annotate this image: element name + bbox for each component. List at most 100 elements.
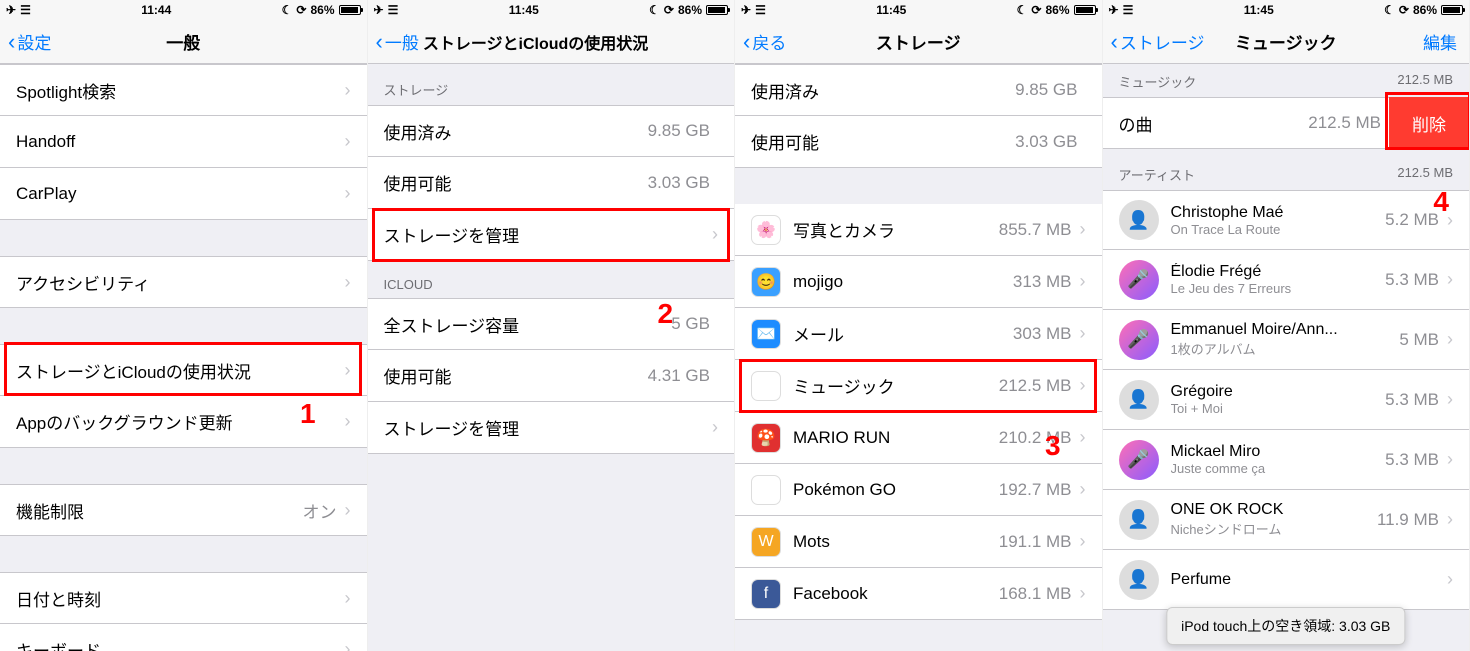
chevron-left-icon: ‹	[376, 31, 383, 53]
app-name: Mots	[793, 532, 999, 552]
moon-icon: ☾	[649, 3, 660, 17]
app-row[interactable]: 😊 mojigo 313 MB ›	[735, 256, 1102, 308]
chevron-right-icon: ›	[345, 183, 351, 204]
chevron-right-icon: ›	[1080, 375, 1086, 396]
app-name: ミュージック	[793, 373, 999, 398]
lock-icon: ⟳	[664, 3, 674, 17]
artist-info: Christophe Maé On Trace La Route	[1171, 204, 1386, 237]
wifi-icon: ☰	[755, 3, 766, 17]
section-music: ミュージック212.5 MB	[1103, 64, 1470, 97]
screen-storage-list: ✈︎☰ 11:45 ☾⟳86% ‹戻る ストレージ 使用済み9.85 GB 使用…	[735, 0, 1103, 651]
app-row[interactable]: ✉️ メール 303 MB ›	[735, 308, 1102, 360]
chevron-right-icon: ›	[1447, 509, 1453, 530]
statusbar-time: 11:45	[876, 3, 906, 17]
artist-album: Toi + Moi	[1171, 401, 1386, 416]
app-size: 313 MB	[1013, 272, 1072, 292]
moon-icon: ☾	[282, 3, 293, 17]
app-name: 写真とカメラ	[793, 217, 999, 242]
back-button[interactable]: ‹設定	[8, 29, 51, 54]
artist-size: 5.3 MB	[1385, 270, 1439, 290]
app-icon: ✉️	[751, 319, 781, 349]
artist-album: Juste comme ça	[1171, 461, 1386, 476]
row-handoff[interactable]: Handoff›	[0, 116, 367, 168]
delete-button[interactable]: 削除	[1389, 97, 1469, 149]
row-spotlight[interactable]: Spotlight検索›	[0, 64, 367, 116]
app-row[interactable]: ◓ Pokémon GO 192.7 MB ›	[735, 464, 1102, 516]
screen-music-detail: ✈︎☰ 11:45 ☾⟳86% ‹ストレージ ミュージック 編集 ミュージック2…	[1103, 0, 1470, 651]
artist-row[interactable]: 🎤 Élodie Frégé Le Jeu des 7 Erreurs 5.3 …	[1103, 250, 1470, 310]
row-datetime[interactable]: 日付と時刻›	[0, 572, 367, 624]
row-icloud-available: 使用可能4.31 GB	[368, 350, 735, 402]
artist-row[interactable]: 👤 Christophe Maé On Trace La Route 5.2 M…	[1103, 190, 1470, 250]
edit-button[interactable]: 編集	[1423, 29, 1457, 54]
artist-row[interactable]: 🎤 Mickael Miro Juste comme ça 5.3 MB ›	[1103, 430, 1470, 490]
app-row[interactable]: 🌸 写真とカメラ 855.7 MB ›	[735, 204, 1102, 256]
annotation-1: 1	[300, 398, 316, 430]
chevron-right-icon: ›	[1080, 531, 1086, 552]
chevron-right-icon: ›	[345, 411, 351, 432]
row-carplay[interactable]: CarPlay›	[0, 168, 367, 220]
chevron-right-icon: ›	[1080, 323, 1086, 344]
app-size: 168.1 MB	[999, 584, 1072, 604]
artist-row[interactable]: 👤 ONE OK ROCK Nicheシンドローム 11.9 MB ›	[1103, 490, 1470, 550]
row-restrictions[interactable]: 機能制限オン›	[0, 484, 367, 536]
storage-popup: iPod touch上の空き領域: 3.03 GB	[1166, 607, 1405, 645]
row-available: 使用可能3.03 GB	[368, 157, 735, 209]
artist-size: 5.3 MB	[1385, 390, 1439, 410]
moon-icon: ☾	[1017, 3, 1028, 17]
app-icon: ◓	[751, 475, 781, 505]
statusbar: ✈︎☰ 11:44 ☾⟳86%	[0, 0, 367, 20]
statusbar-time: 11:45	[509, 3, 539, 17]
airplane-icon: ✈︎	[1109, 3, 1119, 17]
app-size: 855.7 MB	[999, 220, 1072, 240]
app-row[interactable]: f Facebook 168.1 MB ›	[735, 568, 1102, 620]
back-button[interactable]: ‹ストレージ	[1111, 29, 1205, 54]
screen-general: ✈︎☰ 11:44 ☾⟳86% ‹設定 一般 Spotlight検索› Hand…	[0, 0, 368, 651]
chevron-right-icon: ›	[345, 80, 351, 101]
row-keyboard[interactable]: キーボード›	[0, 624, 367, 651]
statusbar: ✈︎☰ 11:45 ☾⟳86%	[735, 0, 1102, 20]
app-size: 212.5 MB	[999, 376, 1072, 396]
app-size: 192.7 MB	[999, 480, 1072, 500]
battery-icon	[339, 5, 361, 15]
row-manage-storage[interactable]: ストレージを管理›	[368, 209, 735, 261]
section-artist: アーティスト212.5 MB	[1103, 149, 1470, 190]
app-name: Facebook	[793, 584, 999, 604]
app-row[interactable]: ♪ ミュージック 212.5 MB ›	[735, 360, 1102, 412]
app-size: 303 MB	[1013, 324, 1072, 344]
battery-icon	[1074, 5, 1096, 15]
wifi-icon: ☰	[388, 3, 399, 17]
artist-size: 5 MB	[1399, 330, 1439, 350]
artist-row[interactable]: 🎤 Emmanuel Moire/Ann... 1枚のアルバム 5 MB ›	[1103, 310, 1470, 370]
chevron-right-icon: ›	[712, 224, 718, 245]
artist-info: Élodie Frégé Le Jeu des 7 Erreurs	[1171, 263, 1386, 296]
artist-avatar: 👤	[1119, 200, 1159, 240]
chevron-right-icon: ›	[345, 272, 351, 293]
chevron-right-icon: ›	[1447, 389, 1453, 410]
row-icloud-manage[interactable]: ストレージを管理›	[368, 402, 735, 454]
artist-album: Le Jeu des 7 Erreurs	[1171, 281, 1386, 296]
back-button[interactable]: ‹一般	[376, 29, 419, 54]
artist-row[interactable]: 👤 Perfume ›	[1103, 550, 1470, 610]
artist-row[interactable]: 👤 Grégoire Toi + Moi 5.3 MB ›	[1103, 370, 1470, 430]
artist-name: ONE OK ROCK	[1171, 501, 1377, 519]
page-title: 一般	[166, 29, 200, 54]
app-icon: 😊	[751, 267, 781, 297]
app-row[interactable]: W Mots 191.1 MB ›	[735, 516, 1102, 568]
page-title: ミュージック	[1235, 29, 1337, 54]
artist-size: 5.2 MB	[1385, 210, 1439, 230]
statusbar-time: 11:45	[1244, 3, 1274, 17]
row-accessibility[interactable]: アクセシビリティ›	[0, 256, 367, 308]
chevron-right-icon: ›	[345, 360, 351, 381]
lock-icon: ⟳	[1399, 3, 1409, 17]
chevron-right-icon: ›	[1080, 271, 1086, 292]
row-storage-icloud[interactable]: ストレージとiCloudの使用状況›	[0, 344, 367, 396]
section-storage: ストレージ	[368, 64, 735, 105]
artist-avatar: 🎤	[1119, 440, 1159, 480]
artist-album: Nicheシンドローム	[1171, 519, 1377, 538]
app-name: Pokémon GO	[793, 480, 999, 500]
wifi-icon: ☰	[1123, 3, 1134, 17]
row-used: 使用済み9.85 GB	[368, 105, 735, 157]
app-icon: W	[751, 527, 781, 557]
back-button[interactable]: ‹戻る	[743, 29, 786, 54]
